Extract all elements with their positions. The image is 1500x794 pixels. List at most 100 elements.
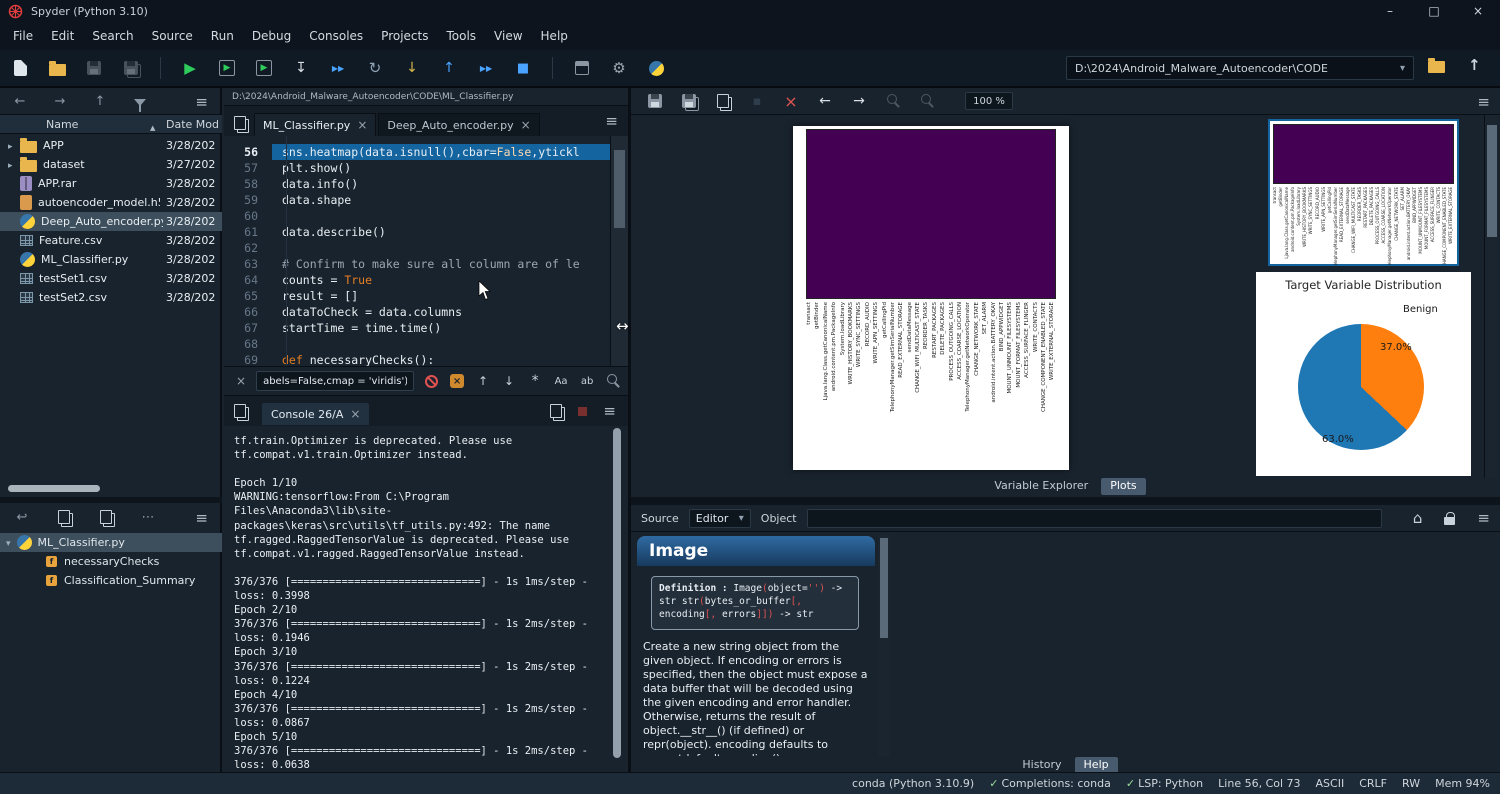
column-name[interactable]: Name: [46, 118, 78, 131]
close-find-icon[interactable]: [236, 374, 246, 388]
open-file-icon[interactable]: [47, 57, 67, 79]
forward-icon[interactable]: →: [50, 90, 70, 112]
lock-icon[interactable]: [1444, 517, 1455, 525]
rerun-cell-icon[interactable]: ↻: [365, 57, 385, 79]
maximize-pane-icon[interactable]: [572, 57, 592, 79]
maximize-button[interactable]: □: [1412, 0, 1456, 22]
plot-thumbnail-heatmap[interactable]: transactgetBinderLjava.lang.Class.getCan…: [1268, 119, 1459, 266]
step-return-icon[interactable]: ↑: [439, 57, 459, 79]
zoom-level[interactable]: 100 %: [961, 92, 1013, 110]
file-row[interactable]: testSet1.csv3/28/202: [0, 269, 222, 288]
files-options-icon[interactable]: [195, 93, 208, 111]
close-tab-icon[interactable]: [357, 118, 367, 132]
file-row[interactable]: Deep_Auto_encoder.py3/28/202: [0, 212, 222, 231]
code-line[interactable]: 56sns.heatmap(data.isnull(),cbar=False,y…: [224, 144, 628, 160]
menu-help[interactable]: Help: [532, 22, 577, 50]
code-editor[interactable]: 56sns.heatmap(data.isnull(),cbar=False,y…: [224, 136, 628, 366]
regex-icon[interactable]: *: [528, 370, 542, 392]
browse-consoles-icon[interactable]: [234, 404, 246, 418]
browse-tabs-icon[interactable]: [234, 116, 246, 130]
code-line[interactable]: 64counts = True: [224, 272, 628, 288]
console-tab[interactable]: Console 26/A: [262, 403, 369, 425]
code-line[interactable]: 58data.info(): [224, 176, 628, 192]
next-plot-icon[interactable]: →: [849, 90, 869, 112]
help-object-input[interactable]: [814, 512, 1375, 524]
editor-options-icon[interactable]: [605, 112, 618, 130]
debug-file-icon[interactable]: ▶▶: [328, 57, 348, 79]
column-date-modified[interactable]: Date Mod: [166, 118, 219, 131]
run-cell-icon[interactable]: [217, 57, 237, 79]
menu-tools[interactable]: Tools: [437, 22, 485, 50]
menu-file[interactable]: File: [4, 22, 42, 50]
help-options-icon[interactable]: [1477, 509, 1490, 527]
case-sensitive-icon[interactable]: Aa: [554, 370, 568, 392]
copy-console-icon[interactable]: [550, 404, 562, 418]
back-icon[interactable]: ←: [10, 90, 30, 112]
parent-folder-icon[interactable]: ↑: [90, 90, 110, 112]
parent-directory-icon[interactable]: ↑: [1468, 56, 1481, 74]
close-all-plots-icon[interactable]: ×: [781, 90, 801, 112]
go-to-cursor-icon[interactable]: ↩: [12, 506, 32, 528]
expander-icon[interactable]: [8, 139, 20, 152]
code-line[interactable]: 60: [224, 208, 628, 224]
code-line[interactable]: 68: [224, 336, 628, 352]
find-previous-icon[interactable]: ↑: [476, 370, 490, 392]
horizontal-splitter[interactable]: [631, 497, 1500, 505]
clear-highlight-icon[interactable]: [450, 370, 464, 392]
plots-options-icon[interactable]: [1477, 93, 1490, 111]
status-completions[interactable]: ✓Completions: conda: [989, 777, 1111, 790]
expander-icon[interactable]: [8, 158, 20, 171]
menu-consoles[interactable]: Consoles: [300, 22, 372, 50]
file-row[interactable]: Feature.csv3/28/202: [0, 231, 222, 250]
debug-continue-icon[interactable]: ▶▶: [476, 57, 496, 79]
tab-variable-explorer[interactable]: Variable Explorer: [985, 478, 1097, 495]
run-cell-advance-icon[interactable]: [254, 57, 274, 79]
plot-thumbnail-pie[interactable]: Target Variable Distribution Benign 37.0…: [1256, 272, 1471, 476]
filter-icon[interactable]: [130, 90, 150, 112]
preferences-icon[interactable]: ⚙: [609, 57, 629, 79]
zoom-in-icon[interactable]: [917, 90, 937, 112]
status-memory[interactable]: Mem 94%: [1435, 777, 1490, 790]
code-line[interactable]: 59data.shape: [224, 192, 628, 208]
save-all-icon[interactable]: [121, 57, 141, 79]
run-selection-icon[interactable]: ↧: [291, 57, 311, 79]
help-scrollbar[interactable]: [878, 534, 890, 756]
status-lsp[interactable]: ✓LSP: Python: [1126, 777, 1203, 790]
working-directory-combo[interactable]: D:\2024\Android_Malware_Autoencoder\CODE…: [1066, 56, 1414, 80]
home-icon[interactable]: [1413, 509, 1423, 527]
console-options-icon[interactable]: [603, 402, 616, 420]
previous-plot-icon[interactable]: ←: [815, 90, 835, 112]
outline-item[interactable]: necessaryChecks: [0, 552, 222, 571]
plots-scrollbar[interactable]: [1484, 115, 1498, 478]
search-icon[interactable]: [606, 370, 620, 392]
code-line[interactable]: 57plt.show(): [224, 160, 628, 176]
save-icon[interactable]: [84, 57, 104, 79]
code-line[interactable]: 66dataToCheck = data.columns: [224, 304, 628, 320]
remove-plot-icon[interactable]: ▪: [747, 90, 767, 112]
more-options-icon[interactable]: ⋯: [138, 506, 158, 528]
file-row[interactable]: ML_Classifier.py3/28/202: [0, 250, 222, 269]
outline-item[interactable]: Classification_Summary: [0, 571, 222, 590]
menu-edit[interactable]: Edit: [42, 22, 83, 50]
menu-source[interactable]: Source: [143, 22, 202, 50]
new-file-icon[interactable]: [10, 57, 30, 79]
step-into-icon[interactable]: ↓: [402, 57, 422, 79]
console-scrollbar[interactable]: [612, 428, 622, 768]
code-line[interactable]: 62: [224, 240, 628, 256]
find-input[interactable]: [256, 371, 414, 391]
browse-directory-icon[interactable]: [1428, 61, 1445, 73]
collapse-icon[interactable]: [6, 536, 11, 549]
menu-debug[interactable]: Debug: [243, 22, 300, 50]
code-line[interactable]: 63# Confirm to make sure all column are …: [224, 256, 628, 272]
outline-options-icon[interactable]: [195, 509, 208, 527]
file-row[interactable]: testSet2.csv3/28/202: [0, 288, 222, 307]
debug-stop-icon[interactable]: ■: [513, 57, 533, 79]
editor-tab[interactable]: ML_Classifier.py: [254, 113, 376, 136]
python-env-icon[interactable]: [646, 57, 666, 79]
no-matches-icon[interactable]: [424, 370, 438, 392]
copy-icon[interactable]: [54, 506, 74, 528]
save-all-plots-icon[interactable]: [679, 90, 699, 112]
zoom-out-icon[interactable]: [883, 90, 903, 112]
help-object-combo[interactable]: [807, 509, 1382, 528]
copy-plot-icon[interactable]: [713, 90, 733, 112]
